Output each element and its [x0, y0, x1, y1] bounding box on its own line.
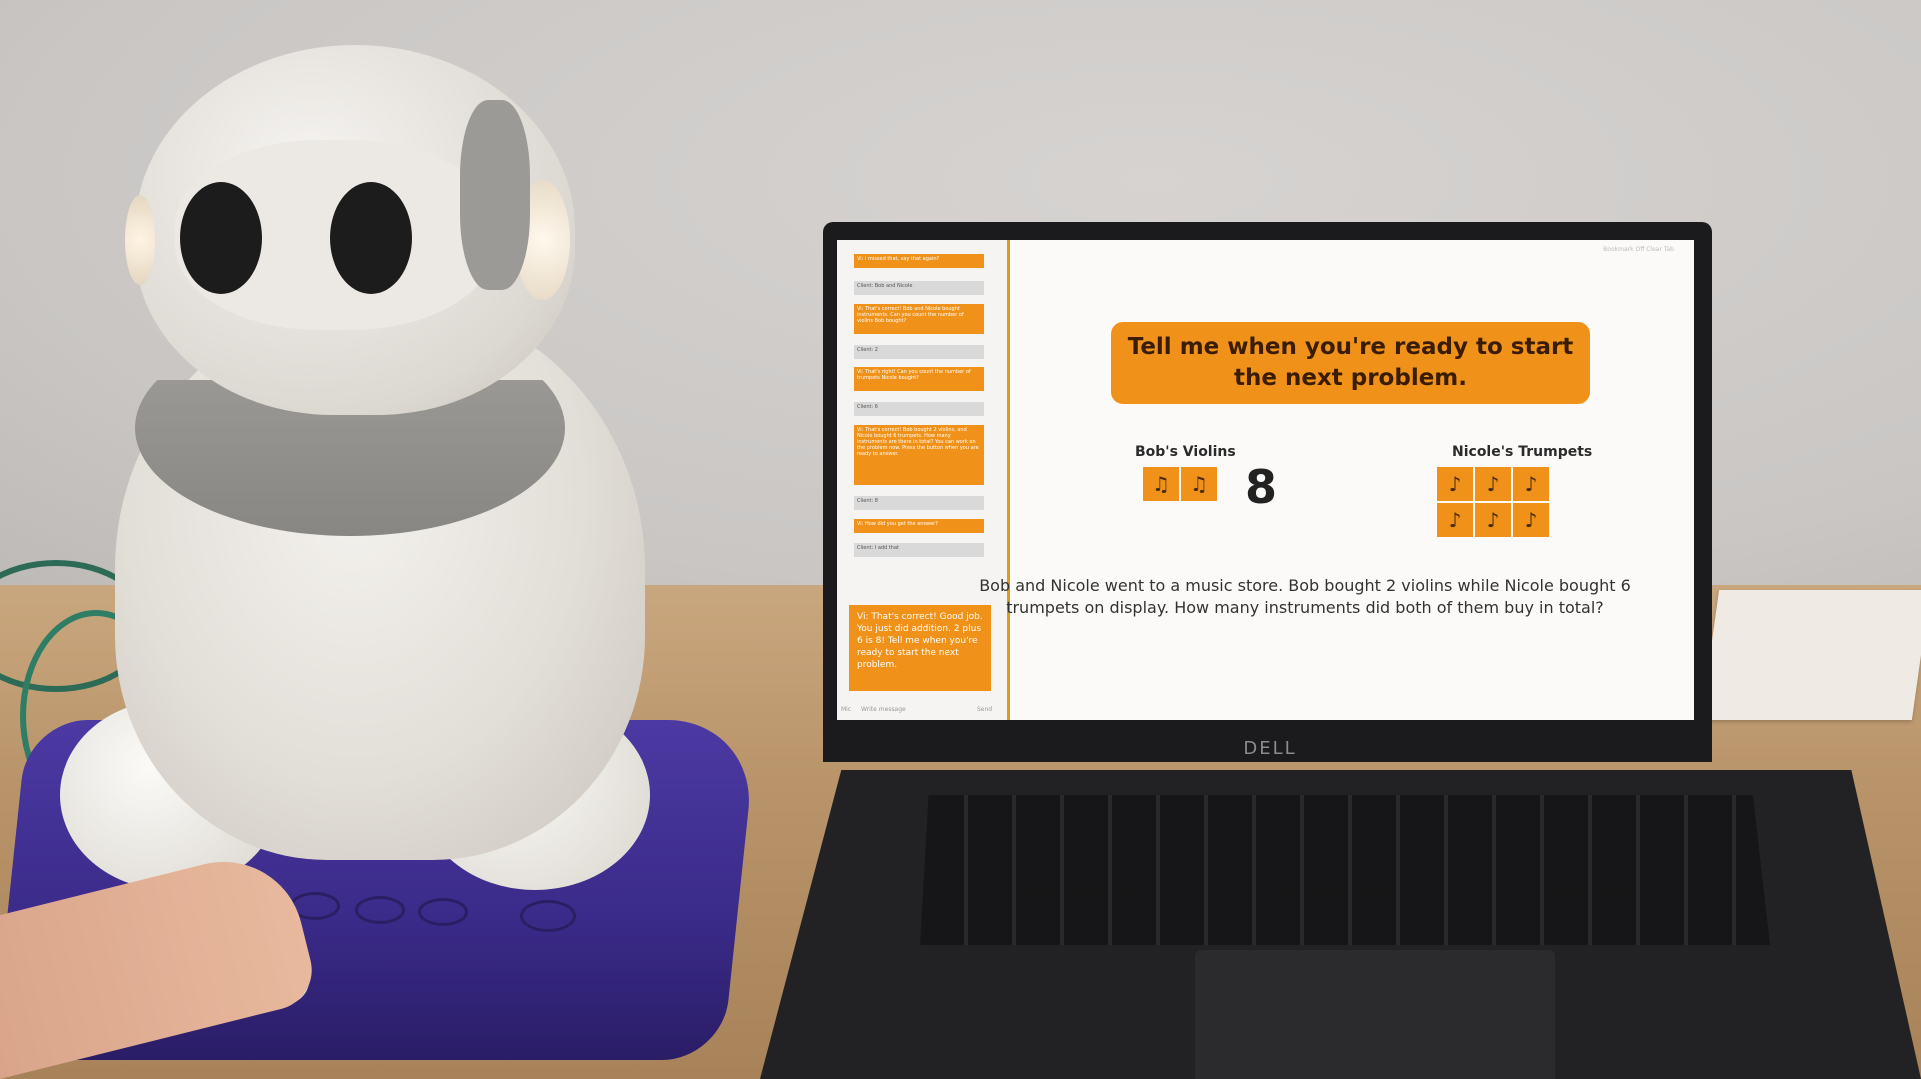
chat-message-robot: Vi: How did you get the answer?: [854, 519, 984, 533]
base-button[interactable]: [520, 900, 576, 932]
chat-input-row: Mic Write message Send: [837, 702, 1007, 718]
message-input[interactable]: Write message: [861, 706, 906, 713]
robot-ear-panel: [460, 100, 530, 290]
trumpet-icon: ♪: [1513, 503, 1549, 537]
chat-message-client: Client: Bob and Nicole: [854, 281, 984, 295]
left-group-title: Bob's Violins: [1135, 444, 1236, 460]
chat-message-client: Client: 6: [854, 402, 984, 416]
laptop-screen: Vi: I missed that, say that again? Clien…: [837, 240, 1694, 720]
robot-left-ear-light: [125, 195, 155, 285]
chat-message-robot: Vi: That's right! Can you count the numb…: [854, 367, 984, 391]
trumpet-icon: ♪: [1513, 467, 1549, 501]
trumpet-icon: ♪: [1437, 503, 1473, 537]
violin-icon: ♫: [1143, 467, 1179, 501]
prompt-banner: Tell me when you're ready to start the n…: [1111, 322, 1590, 404]
trumpet-icon: ♪: [1475, 467, 1511, 501]
trumpet-icon: ♪: [1437, 467, 1473, 501]
chat-message-robot: Vi: I missed that, say that again?: [854, 254, 984, 268]
chat-message-client: Client: I add that: [854, 543, 984, 557]
problem-text: Bob and Nicole went to a music store. Bo…: [979, 576, 1631, 617]
laptop-brand: DELL: [1243, 738, 1297, 759]
robot-left-eye: [180, 182, 262, 294]
violin-icon: ♫: [1181, 467, 1217, 501]
base-button[interactable]: [418, 898, 468, 926]
right-group-title: Nicole's Trumpets: [1452, 444, 1593, 460]
chat-panel: Vi: I missed that, say that again? Clien…: [837, 240, 1010, 720]
chat-message-robot: Vi: That's correct! Bob bought 2 violins…: [854, 425, 984, 485]
keyboard[interactable]: [920, 795, 1770, 945]
chat-message-client: Client: 2: [854, 345, 984, 359]
chat-message-robot: Vi: That's correct! Bob and Nicole bough…: [854, 304, 984, 334]
top-right-controls[interactable]: Bookmark Off Clear Tab: [1603, 246, 1674, 253]
touchpad[interactable]: [1195, 950, 1555, 1079]
robot-right-eye: [330, 182, 412, 294]
paper-sheet: [1700, 590, 1921, 720]
chat-message-client: Client: 8: [854, 496, 984, 510]
mic-button[interactable]: Mic: [841, 706, 851, 713]
trumpet-icon: ♪: [1475, 503, 1511, 537]
send-button[interactable]: Send: [977, 706, 992, 713]
base-button[interactable]: [355, 896, 405, 924]
total-number: 8: [1245, 460, 1278, 514]
